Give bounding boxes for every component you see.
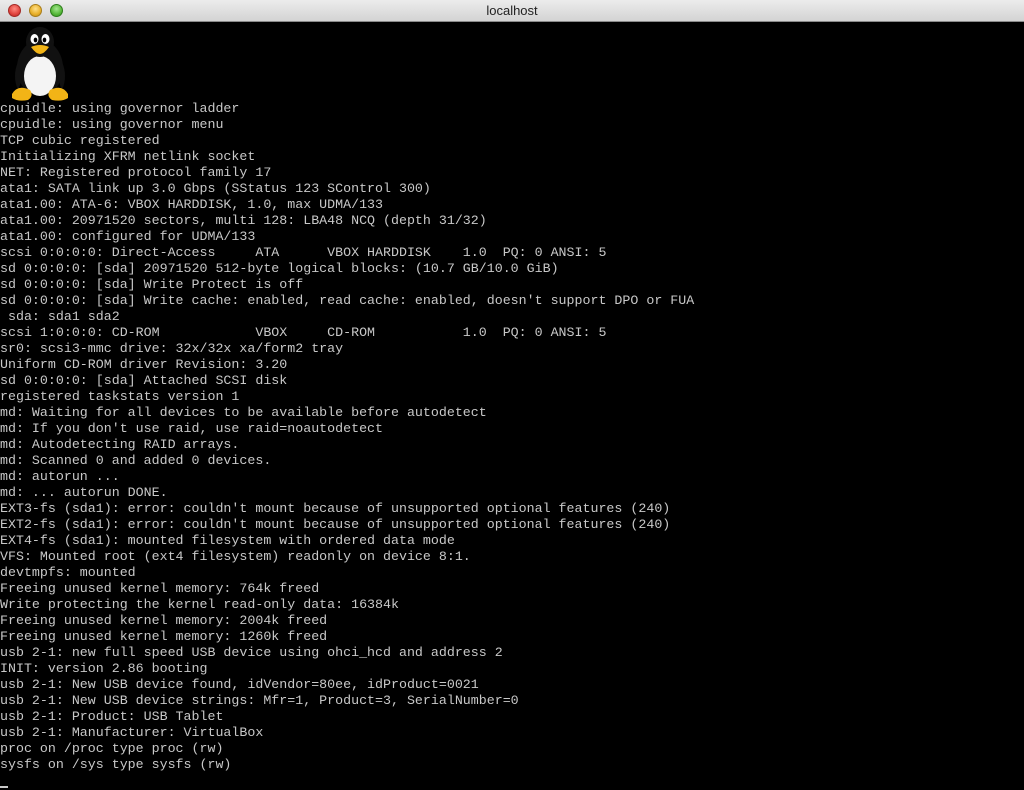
log-line: sr0: scsi3-mmc drive: 32x/32x xa/form2 t… <box>0 341 344 356</box>
log-line: scsi 0:0:0:0: Direct-Access ATA VBOX HAR… <box>0 245 607 260</box>
log-line: sda: sda1 sda2 <box>0 309 120 324</box>
console-screen[interactable]: cpuidle: using governor ladder cpuidle: u… <box>0 22 1024 790</box>
log-line: Initializing XFRM netlink socket <box>0 149 256 164</box>
log-line: sysfs on /sys type sysfs (rw) <box>0 757 232 772</box>
log-line: cpuidle: using governor ladder <box>0 101 240 116</box>
log-line: NET: Registered protocol family 17 <box>0 165 272 180</box>
log-line: EXT3-fs (sda1): error: couldn't mount be… <box>0 501 671 516</box>
log-line: VFS: Mounted root (ext4 filesystem) read… <box>0 549 471 564</box>
log-line: sd 0:0:0:0: [sda] Write cache: enabled, … <box>0 293 695 308</box>
log-line: md: Autodetecting RAID arrays. <box>0 437 240 452</box>
log-line: EXT4-fs (sda1): mounted filesystem with … <box>0 533 455 548</box>
log-line: scsi 1:0:0:0: CD-ROM VBOX CD-ROM 1.0 PQ:… <box>0 325 607 340</box>
log-line: sd 0:0:0:0: [sda] Attached SCSI disk <box>0 373 288 388</box>
log-line: ata1.00: 20971520 sectors, multi 128: LB… <box>0 213 487 228</box>
log-line: usb 2-1: new full speed USB device using… <box>0 645 503 660</box>
log-line: Freeing unused kernel memory: 2004k free… <box>0 613 328 628</box>
log-line: sd 0:0:0:0: [sda] Write Protect is off <box>0 277 304 292</box>
log-line: EXT2-fs (sda1): error: couldn't mount be… <box>0 517 671 532</box>
log-line: sd 0:0:0:0: [sda] 20971520 512-byte logi… <box>0 261 559 276</box>
log-line: ata1.00: ATA-6: VBOX HARDDISK, 1.0, max … <box>0 197 384 212</box>
vm-window: localhost cpuidle: using governor ladder… <box>0 0 1024 790</box>
title-bar[interactable]: localhost <box>0 0 1024 22</box>
log-line: md: Waiting for all devices to be availa… <box>0 405 487 420</box>
log-line: md: autorun ... <box>0 469 120 484</box>
log-line: usb 2-1: New USB device found, idVendor=… <box>0 677 479 692</box>
log-line: md: Scanned 0 and added 0 devices. <box>0 453 272 468</box>
log-line: INIT: version 2.86 booting <box>0 661 208 676</box>
tux-penguin-icon <box>12 27 68 101</box>
log-line: registered taskstats version 1 <box>0 389 240 404</box>
log-line: usb 2-1: New USB device strings: Mfr=1, … <box>0 693 519 708</box>
log-line: Uniform CD-ROM driver Revision: 3.20 <box>0 357 288 372</box>
boot-log: cpuidle: using governor ladder cpuidle: u… <box>0 101 694 773</box>
log-line: Freeing unused kernel memory: 1260k free… <box>0 629 328 644</box>
log-line: proc on /proc type proc (rw) <box>0 741 224 756</box>
log-line: usb 2-1: Product: USB Tablet <box>0 709 224 724</box>
log-line: usb 2-1: Manufacturer: VirtualBox <box>0 725 264 740</box>
log-line: md: ... autorun DONE. <box>0 485 168 500</box>
log-line: Write protecting the kernel read-only da… <box>0 597 399 612</box>
log-line: devtmpfs: mounted <box>0 565 136 580</box>
log-line: ata1: SATA link up 3.0 Gbps (SStatus 123… <box>0 181 431 196</box>
log-line: Freeing unused kernel memory: 764k freed <box>0 581 320 596</box>
log-line: ata1.00: configured for UDMA/133 <box>0 229 256 244</box>
log-line: cpuidle: using governor menu <box>0 117 224 132</box>
window-title: localhost <box>486 3 538 18</box>
log-line: TCP cubic registered <box>0 133 160 148</box>
log-line: md: If you don't use raid, use raid=noau… <box>0 421 384 436</box>
text-cursor <box>0 786 8 788</box>
